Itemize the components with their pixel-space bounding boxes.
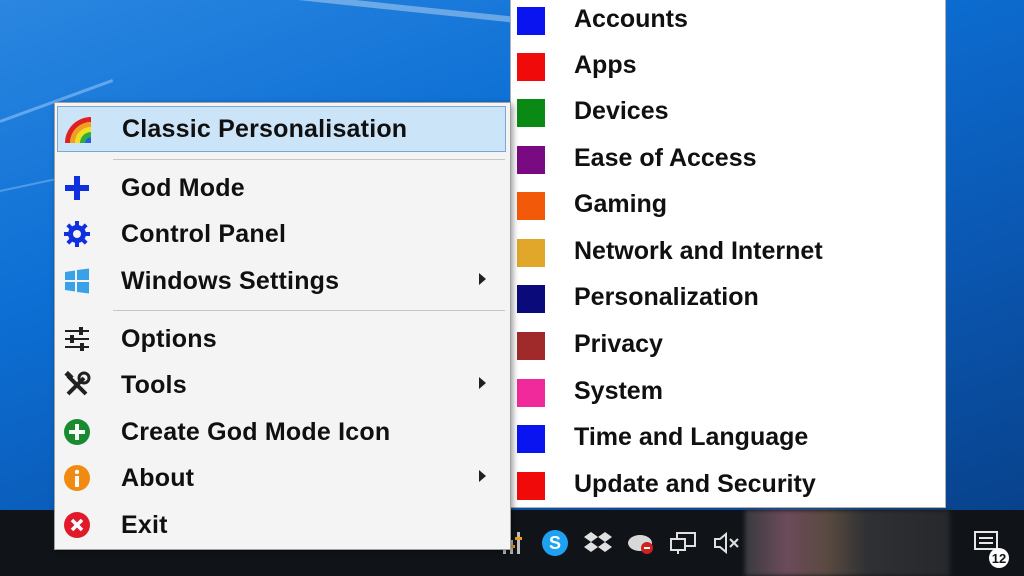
menu-item-label: Windows Settings — [121, 266, 340, 295]
menu-item-windows-settings[interactable]: Windows Settings — [57, 258, 506, 304]
color-swatch-icon — [517, 472, 545, 500]
tray-context-menu: Classic Personalisation God Mode Control… — [54, 102, 511, 550]
menu-item-tools[interactable]: Tools — [57, 362, 506, 408]
color-swatch-icon — [517, 379, 545, 407]
submenu-item-apps[interactable]: Apps — [511, 45, 947, 89]
menu-item-options[interactable]: Options — [57, 316, 506, 362]
menu-separator — [113, 159, 505, 160]
menu-item-create-god-mode-icon[interactable]: Create God Mode Icon — [57, 409, 506, 455]
submenu-item-label: Update and Security — [574, 470, 816, 498]
menu-item-label: About — [121, 463, 195, 492]
menu-item-label: Classic Personalisation — [122, 114, 408, 143]
submenu-item-label: Apps — [574, 51, 637, 79]
submenu-item-label: Privacy — [574, 330, 663, 358]
color-swatch-icon — [517, 425, 545, 453]
color-swatch-icon — [517, 332, 545, 360]
info-icon — [61, 462, 93, 494]
submenu-item-privacy[interactable]: Privacy — [511, 324, 947, 368]
gear-icon — [61, 218, 93, 250]
color-swatch-icon — [517, 192, 545, 220]
submenu-item-update-and-security[interactable]: Update and Security — [511, 464, 947, 508]
menu-item-label: Tools — [121, 370, 187, 399]
dropbox-icon[interactable] — [583, 528, 613, 558]
submenu-item-label: Personalization — [574, 283, 759, 311]
plus-icon — [61, 172, 93, 204]
submenu-item-label: System — [574, 377, 663, 405]
submenu-arrow-icon — [479, 273, 486, 285]
menu-item-classic-personalisation[interactable]: Classic Personalisation — [57, 106, 506, 152]
submenu-item-label: Accounts — [574, 5, 688, 33]
submenu-item-system[interactable]: System — [511, 371, 947, 415]
windows-settings-submenu: Accounts Apps Devices Ease of Access Gam… — [510, 0, 946, 508]
sliders-icon — [61, 323, 93, 355]
submenu-item-label: Ease of Access — [574, 144, 757, 172]
menu-separator — [113, 310, 505, 311]
color-swatch-icon — [517, 53, 545, 81]
volume-muted-icon[interactable] — [712, 528, 742, 558]
submenu-item-time-and-language[interactable]: Time and Language — [511, 417, 947, 461]
menu-item-control-panel[interactable]: Control Panel — [57, 211, 506, 257]
submenu-item-label: Gaming — [574, 190, 668, 218]
taskbar-blurred-region — [745, 510, 950, 576]
submenu-item-network-and-internet[interactable]: Network and Internet — [511, 231, 947, 275]
color-swatch-icon — [517, 7, 545, 35]
menu-item-label: Exit — [121, 510, 168, 539]
rainbow-icon — [62, 114, 94, 146]
submenu-item-devices[interactable]: Devices — [511, 91, 947, 135]
color-swatch-icon — [517, 285, 545, 313]
menu-item-exit[interactable]: Exit — [57, 502, 506, 548]
submenu-item-label: Network and Internet — [574, 237, 823, 265]
menu-item-label: Options — [121, 324, 217, 353]
close-circle-icon — [61, 509, 93, 541]
notification-count-badge: 12 — [989, 548, 1009, 568]
menu-item-about[interactable]: About — [57, 455, 506, 501]
menu-item-label: Control Panel — [121, 219, 287, 248]
submenu-arrow-icon — [479, 377, 486, 389]
submenu-item-label: Devices — [574, 97, 669, 125]
color-swatch-icon — [517, 146, 545, 174]
menu-item-label: Create God Mode Icon — [121, 417, 391, 446]
windows-logo-icon — [61, 265, 93, 297]
menu-item-label: God Mode — [121, 173, 245, 202]
svg-text:S: S — [549, 533, 561, 553]
submenu-arrow-icon — [479, 470, 486, 482]
tools-icon — [61, 369, 93, 401]
submenu-item-gaming[interactable]: Gaming — [511, 184, 947, 228]
network-icon[interactable] — [669, 528, 699, 558]
cloud-sync-icon[interactable] — [626, 528, 656, 558]
add-circle-icon — [61, 416, 93, 448]
color-swatch-icon — [517, 99, 545, 127]
submenu-item-label: Time and Language — [574, 423, 809, 451]
submenu-item-personalization[interactable]: Personalization — [511, 277, 947, 321]
color-swatch-icon — [517, 239, 545, 267]
submenu-item-ease-of-access[interactable]: Ease of Access — [511, 138, 947, 182]
submenu-item-accounts[interactable]: Accounts — [511, 0, 947, 43]
menu-item-god-mode[interactable]: God Mode — [57, 165, 506, 211]
skype-icon[interactable]: S — [540, 528, 570, 558]
